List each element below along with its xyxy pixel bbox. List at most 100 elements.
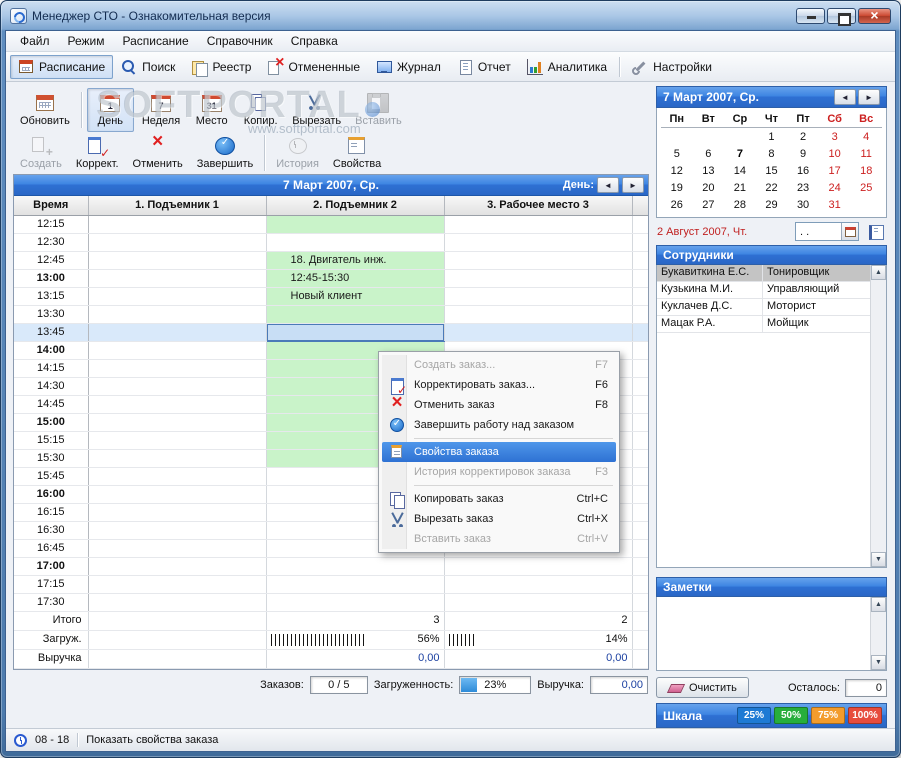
calendar-day[interactable]: 4 — [850, 128, 882, 145]
cancel-order-menu-item[interactable]: Отменить заказF8 — [382, 393, 616, 415]
day-button[interactable]: 1 День — [86, 88, 134, 132]
calendar-day[interactable]: 17 — [819, 162, 851, 179]
correct-button[interactable]: Коррект. — [70, 134, 125, 172]
appointment-text[interactable]: 12:45-15:30 — [266, 269, 445, 288]
calendar-day[interactable]: 10 — [819, 145, 851, 162]
slot-cell[interactable] — [444, 287, 633, 306]
slot-cell[interactable] — [88, 377, 267, 396]
goto-notes-button[interactable] — [864, 222, 886, 242]
slot-cell[interactable] — [88, 341, 267, 360]
calendar-day[interactable]: 6 — [693, 145, 725, 162]
slot-cell[interactable] — [266, 215, 445, 234]
slot-cell[interactable] — [88, 359, 267, 378]
employee-row[interactable]: Кузькина М.И. Управляющий — [657, 282, 870, 299]
calendar-day[interactable]: 26 — [661, 196, 693, 213]
calendar-day[interactable]: 12 — [661, 162, 693, 179]
slot-cell[interactable] — [444, 233, 633, 252]
scroll-down-icon[interactable]: ▼ — [871, 552, 886, 567]
refresh-button[interactable]: Обновить — [14, 88, 76, 132]
calendar-day[interactable]: 18 — [850, 162, 882, 179]
calendar-day[interactable]: 16 — [787, 162, 819, 179]
appointment-text[interactable]: Новый клиент — [266, 287, 445, 306]
notes-scrollbar[interactable]: ▲ ▼ — [870, 597, 886, 670]
scroll-down-icon[interactable]: ▼ — [871, 655, 886, 670]
settings-button[interactable]: Настройки — [624, 55, 720, 79]
slot-cell[interactable] — [444, 305, 633, 324]
date-picker-button[interactable] — [841, 223, 858, 240]
slot-cell[interactable] — [266, 305, 445, 324]
slot-cell[interactable] — [88, 395, 267, 414]
analytics-button[interactable]: Аналитика — [519, 55, 615, 79]
prev-month-button[interactable]: ◄ — [834, 89, 856, 105]
title-bar[interactable]: Менеджер СТО - Ознакомительная версия — [7, 4, 894, 28]
close-button[interactable] — [858, 7, 891, 24]
slot-cell[interactable] — [88, 485, 267, 504]
calendar-day[interactable]: 14 — [724, 162, 756, 179]
menu-file[interactable]: Файл — [11, 32, 59, 50]
calendar-day[interactable]: 28 — [724, 196, 756, 213]
calendar-day[interactable]: 15 — [756, 162, 788, 179]
cancel-button[interactable]: Отменить — [127, 132, 189, 172]
maximize-button[interactable] — [827, 8, 856, 26]
search-button[interactable]: Поиск — [113, 55, 183, 79]
slot-cell[interactable] — [88, 251, 267, 270]
slot-cell[interactable] — [88, 557, 267, 576]
paste-button[interactable]: Вставить — [349, 88, 408, 132]
complete-order-menu-item[interactable]: Завершить работу над заказом — [382, 415, 616, 435]
clear-button[interactable]: Очистить — [656, 677, 749, 698]
calendar-day[interactable]: 29 — [756, 196, 788, 213]
slot-cell[interactable] — [444, 251, 633, 270]
calendar-day[interactable]: 19 — [661, 179, 693, 196]
calendar-day[interactable]: 3 — [819, 128, 851, 145]
scroll-up-icon[interactable]: ▲ — [871, 265, 886, 280]
slot-cell[interactable] — [88, 413, 267, 432]
copy-button[interactable]: Копир. — [237, 88, 284, 132]
slot-cell[interactable] — [266, 575, 445, 594]
complete-button[interactable]: Завершить — [191, 134, 259, 172]
slot-cell[interactable] — [444, 269, 633, 288]
slot-cell[interactable] — [444, 557, 633, 576]
slot-cell[interactable] — [266, 323, 445, 342]
paste-order-menu-item[interactable]: Вставить заказ Ctrl+V — [382, 529, 616, 549]
create-button[interactable]: Создать — [14, 134, 68, 172]
calendar-day[interactable]: 21 — [724, 179, 756, 196]
place-button[interactable]: 31 Место — [188, 88, 235, 132]
calendar-day[interactable]: 1 — [756, 128, 788, 145]
slot-cell[interactable] — [88, 449, 267, 468]
next-month-button[interactable]: ► — [858, 89, 880, 105]
slot-cell[interactable] — [88, 287, 267, 306]
appointment-text[interactable]: 18. Двигатель инж. — [266, 251, 445, 270]
slot-cell[interactable] — [88, 323, 267, 342]
slot-cell[interactable] — [88, 575, 267, 594]
calendar-day[interactable]: 22 — [756, 179, 788, 196]
slot-cell[interactable] — [88, 215, 267, 234]
employees-scrollbar[interactable]: ▲ ▼ — [870, 265, 886, 567]
calendar-day[interactable]: 5 — [661, 145, 693, 162]
calendar-day[interactable]: 30 — [787, 196, 819, 213]
prev-day-button[interactable]: ◄ — [597, 177, 619, 193]
calendar-day[interactable]: 25 — [850, 179, 882, 196]
calendar-day[interactable]: 9 — [787, 145, 819, 162]
slot-cell[interactable] — [88, 593, 267, 612]
edit-order-menu-item[interactable]: Корректировать заказ...F6 — [382, 375, 616, 397]
notes-box[interactable]: ▲ ▼ — [656, 597, 887, 671]
schedule-button[interactable]: Расписание — [10, 54, 114, 79]
menu-help[interactable]: Справка — [282, 32, 347, 50]
slot-cell[interactable] — [88, 503, 267, 522]
slot-cell[interactable] — [88, 467, 267, 486]
slot-cell[interactable] — [88, 539, 267, 558]
calendar-day[interactable]: 8 — [756, 145, 788, 162]
slot-cell[interactable] — [88, 233, 267, 252]
goto-date-input[interactable]: . . — [795, 222, 859, 241]
slot-cell[interactable] — [444, 215, 633, 234]
cancelled-button[interactable]: Отмененные — [259, 55, 368, 79]
menu-mode[interactable]: Режим — [59, 32, 114, 50]
employee-row[interactable]: Куклачев Д.С. Моторист — [657, 299, 870, 316]
history-button[interactable]: История — [270, 134, 325, 172]
employee-row[interactable]: Букавиткина Е.С. Тонировщик — [657, 265, 870, 282]
calendar-day[interactable]: 11 — [850, 145, 882, 162]
menu-schedule[interactable]: Расписание — [114, 32, 198, 50]
calendar-day[interactable]: 13 — [693, 162, 725, 179]
slot-cell[interactable] — [444, 323, 633, 342]
registry-button[interactable]: Реестр — [183, 55, 259, 79]
